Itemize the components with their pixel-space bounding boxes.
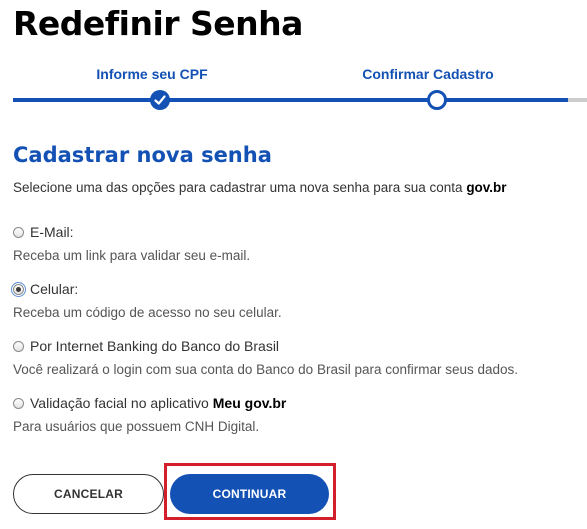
option-validacao-facial[interactable]: Validação facial no aplicativo Meu gov.b… [13, 395, 286, 434]
section-intro: Selecione uma das opções para cadastrar … [13, 180, 507, 195]
radio-celular[interactable] [11, 281, 26, 297]
option-internet-banking-description: Você realizará o login com sua conta do … [13, 362, 519, 377]
option-internet-banking[interactable]: Por Internet Banking do Banco do Brasil … [13, 338, 518, 377]
radio-validacao-facial[interactable] [13, 397, 24, 409]
option-celular[interactable]: Celular: Receba um código de acesso no s… [11, 281, 282, 320]
radio-internet-banking[interactable] [13, 340, 24, 352]
step-label-confirmar-cadastro: Confirmar Cadastro [362, 66, 494, 82]
option-validacao-facial-description: Para usuários que possuem CNH Digital. [13, 419, 260, 434]
option-celular-description: Receba um código de acesso no seu celula… [13, 305, 282, 320]
radio-email[interactable] [13, 226, 24, 238]
step-label-informe-cpf: Informe seu CPF [96, 66, 208, 82]
option-email-label[interactable]: E-Mail: [30, 224, 74, 240]
intro-brand: gov.br [466, 180, 507, 195]
continue-highlight-frame [164, 463, 336, 520]
option-validacao-facial-brand[interactable]: Meu gov.br [213, 395, 287, 411]
option-email-description: Receba um link para validar seu e-mail. [13, 248, 251, 263]
stepper-track-remaining [568, 98, 587, 102]
section-title: Cadastrar nova senha [13, 143, 272, 167]
option-celular-label[interactable]: Celular: [30, 281, 78, 297]
option-validacao-facial-label[interactable]: Validação facial no aplicativo [30, 395, 209, 411]
step-current-circle-icon [427, 90, 447, 110]
option-internet-banking-label[interactable]: Por Internet Banking do Banco do Brasil [30, 338, 279, 354]
option-email[interactable]: E-Mail: Receba um link para validar seu … [13, 224, 250, 263]
progress-stepper: Informe seu CPF Confirmar Cadastro [0, 60, 587, 116]
page-title: Redefinir Senha [13, 4, 303, 43]
intro-text: Selecione uma das opções para cadastrar … [13, 180, 463, 195]
stepper-track-completed [13, 98, 568, 102]
step-completed-check-icon [150, 90, 170, 110]
cancel-button[interactable]: CANCELAR [13, 474, 164, 514]
